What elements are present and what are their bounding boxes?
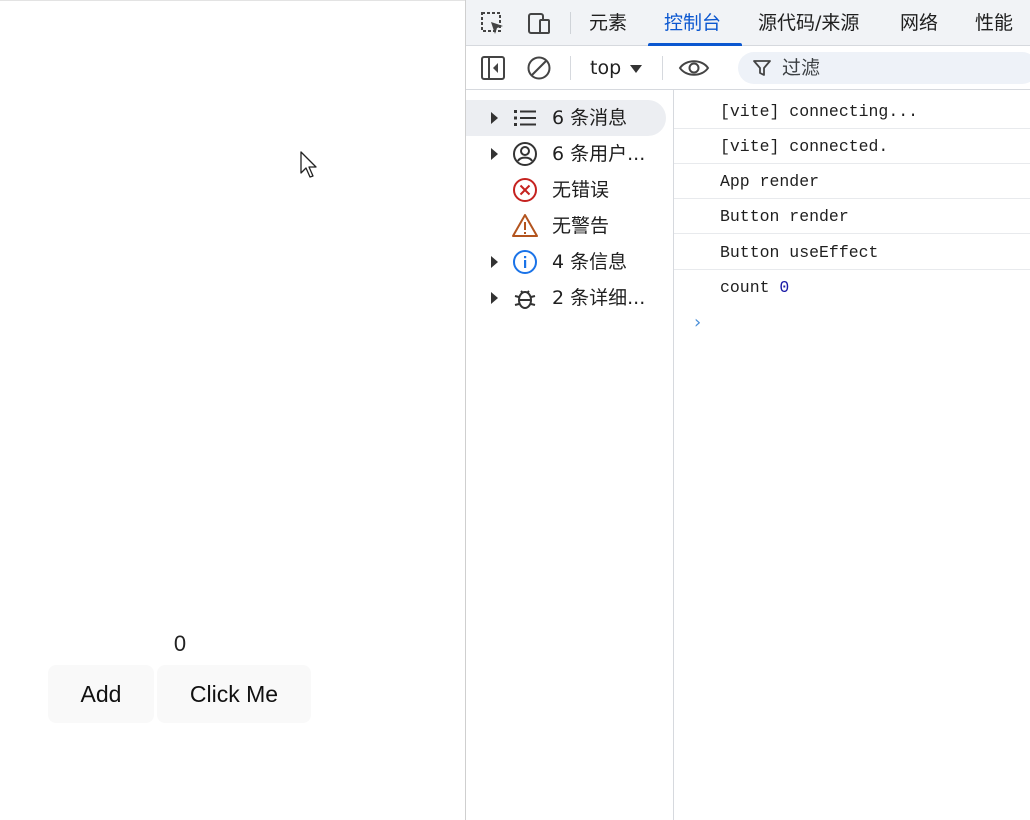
bug-icon <box>514 290 536 309</box>
chevron-down-icon[interactable] <box>630 65 642 73</box>
add-button[interactable]: Add <box>48 665 154 723</box>
console-sidebar: 6 条消息 6 条用户... 无错误 无警告 4 条信息 2 条详细... <box>466 90 674 820</box>
log-row: Button useEffect <box>674 235 1030 270</box>
list-icon <box>514 110 536 126</box>
log-message: count 0 <box>720 270 789 305</box>
log-row: App render <box>674 164 1030 199</box>
filter-input[interactable]: 过滤 <box>738 52 1030 84</box>
tab-elements[interactable]: 元素 <box>589 0 627 46</box>
error-icon <box>513 178 537 202</box>
page-viewport: 0 Add Click Me <box>0 0 465 820</box>
expand-arrow-icon[interactable] <box>491 148 498 160</box>
expand-arrow-icon[interactable] <box>491 112 498 124</box>
warning-icon <box>512 214 538 237</box>
log-message: App render <box>720 172 820 191</box>
inspect-element-icon[interactable] <box>480 11 506 37</box>
sidebar-item-messages[interactable]: 6 条消息 <box>466 100 666 136</box>
console-prompt-icon[interactable]: › <box>694 312 701 333</box>
user-icon <box>513 142 537 166</box>
sidebar-item-warnings[interactable]: 无警告 <box>466 208 666 244</box>
filter-placeholder: 过滤 <box>782 57 821 79</box>
counter-value: 0 <box>173 631 187 656</box>
sidebar-item-user-messages[interactable]: 6 条用户... <box>466 136 666 172</box>
console-toolbar: top 过滤 <box>466 46 1030 90</box>
log-row: count 0 <box>674 270 1030 305</box>
sidebar-item-label: 6 条用户... <box>552 143 646 165</box>
sidebar-item-errors[interactable]: 无错误 <box>466 172 666 208</box>
expand-arrow-icon[interactable] <box>491 292 498 304</box>
live-expression-eye-icon[interactable] <box>678 55 710 81</box>
log-message: [vite] connected. <box>720 137 889 156</box>
log-message: Button render <box>720 207 849 226</box>
log-message-text: count <box>720 278 780 297</box>
sidebar-item-label: 6 条消息 <box>552 107 628 129</box>
console-output: [vite] connecting... [vite] connected. A… <box>674 90 1030 820</box>
devtools-panel: 元素 控制台 源代码/来源 网络 性能 top 过滤 6 条消息 6 条用户..… <box>465 0 1030 820</box>
clear-console-icon[interactable] <box>526 55 552 81</box>
sidebar-item-verbose[interactable]: 2 条详细... <box>466 280 666 316</box>
tabbar-divider <box>570 12 571 34</box>
click-me-button[interactable]: Click Me <box>157 665 311 723</box>
log-message: Button useEffect <box>720 243 879 262</box>
sidebar-item-info[interactable]: 4 条信息 <box>466 244 666 280</box>
sidebar-item-label: 4 条信息 <box>552 251 628 273</box>
context-selector[interactable]: top <box>590 46 621 90</box>
toolbar-divider <box>570 56 571 80</box>
devtools-tabbar: 元素 控制台 源代码/来源 网络 性能 <box>466 0 1030 46</box>
tab-console[interactable]: 控制台 <box>664 0 721 46</box>
log-row: [vite] connecting... <box>674 94 1030 129</box>
info-icon <box>513 250 537 274</box>
tab-sources[interactable]: 源代码/来源 <box>758 0 859 46</box>
sidebar-item-label: 无错误 <box>552 179 610 201</box>
sidebar-item-label: 无警告 <box>552 215 610 237</box>
log-number-value: 0 <box>779 278 790 297</box>
sidebar-item-label: 2 条详细... <box>552 287 646 309</box>
tab-network[interactable]: 网络 <box>900 0 938 46</box>
device-toolbar-icon[interactable] <box>526 11 552 37</box>
mouse-cursor-icon <box>300 151 317 178</box>
log-message: [vite] connecting... <box>720 102 919 121</box>
expand-arrow-icon[interactable] <box>491 256 498 268</box>
sidebar-toggle-icon[interactable] <box>480 55 506 81</box>
log-row: Button render <box>674 199 1030 234</box>
log-row: [vite] connected. <box>674 129 1030 164</box>
tab-performance[interactable]: 性能 <box>975 0 1013 46</box>
filter-icon <box>753 60 771 76</box>
toolbar-divider <box>662 56 663 80</box>
